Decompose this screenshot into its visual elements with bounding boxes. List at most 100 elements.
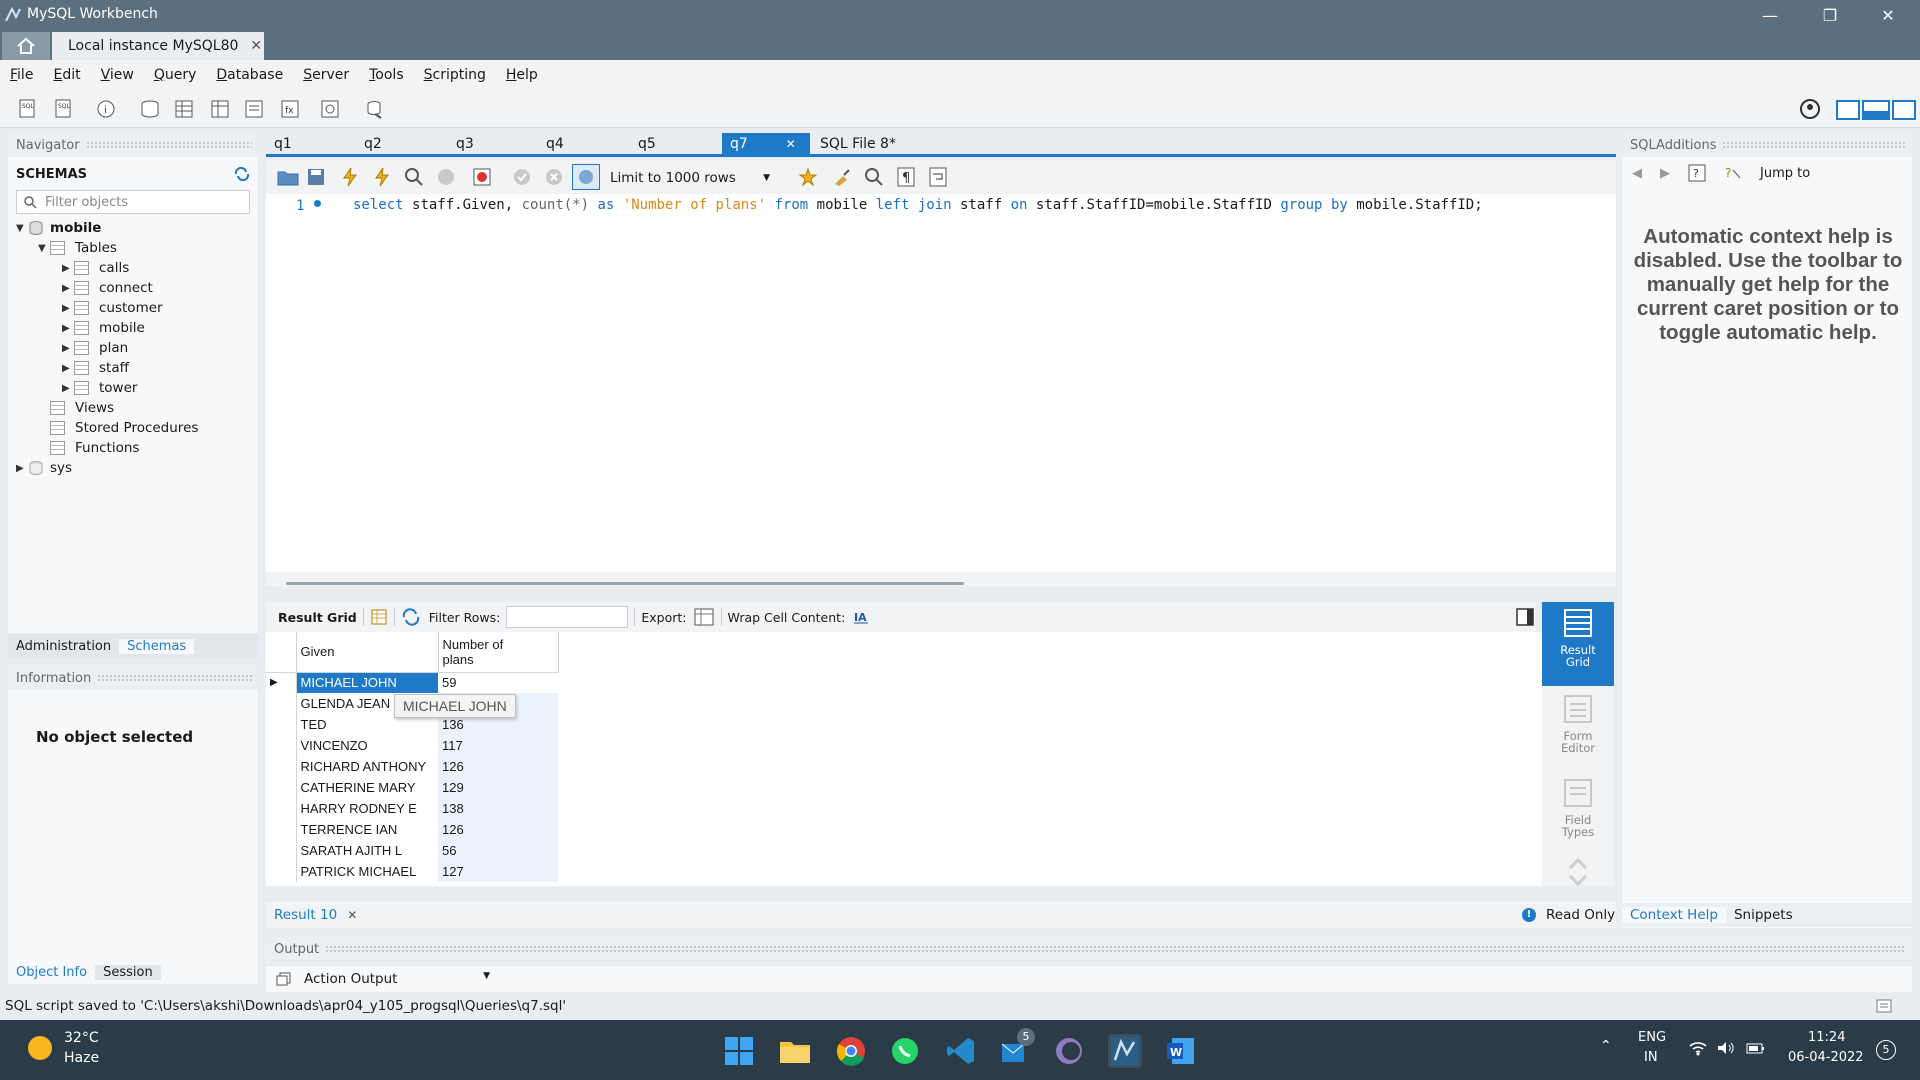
close-tab-icon[interactable]: ✕ [250, 38, 262, 54]
auto-help-icon[interactable]: ? [1724, 164, 1742, 182]
refresh-icon[interactable] [401, 608, 421, 626]
toggle-panel-icon[interactable] [1516, 608, 1534, 626]
filter-rows-input[interactable] [506, 606, 629, 628]
tab-object-info[interactable]: Object Info [8, 965, 95, 980]
tab-q4[interactable]: q4 [538, 133, 618, 155]
new-sql-tab-button[interactable]: SQL [14, 96, 42, 122]
functions-node[interactable]: Functions [16, 438, 258, 458]
cell-number-of-plans[interactable]: 138 [438, 798, 558, 819]
restore-button[interactable]: ❐ [1802, 0, 1858, 30]
language-code[interactable]: ENG [1638, 1030, 1666, 1045]
cell-given[interactable]: MICHAEL JOHN [296, 672, 438, 693]
result-tab-label[interactable]: Result 10 [274, 907, 337, 923]
show-hidden-icons[interactable]: ⌃ [1600, 1038, 1612, 1054]
add-snippet-button[interactable] [794, 164, 822, 190]
cell-number-of-plans[interactable]: 56 [438, 840, 558, 861]
jump-to-select[interactable]: Jump to [1760, 166, 1810, 181]
rollback-button[interactable] [540, 164, 568, 190]
sql-editor[interactable]: 1 select staff.Given, count(*) as 'Numbe… [266, 194, 1616, 572]
mysql-workbench-button[interactable] [1108, 1034, 1142, 1068]
schema-node-mobile[interactable]: ▼ mobile [16, 218, 258, 238]
cell-number-of-plans[interactable]: 117 [438, 735, 558, 756]
manual-help-icon[interactable]: ? [1688, 164, 1706, 182]
tab-context-help[interactable]: Context Help [1622, 907, 1726, 923]
filter-objects-input[interactable]: Filter objects [16, 190, 250, 214]
output-toggle-icon[interactable] [1862, 100, 1890, 120]
volume-icon[interactable] [1716, 1040, 1736, 1056]
notification-badge[interactable]: 5 [1876, 1040, 1896, 1060]
menu-database[interactable]: Database [216, 67, 283, 83]
cell-number-of-plans[interactable]: 126 [438, 756, 558, 777]
table-node[interactable]: ▶ connect [16, 278, 258, 298]
scrollbar-thumb[interactable] [286, 582, 964, 585]
result-grid-side-button[interactable]: Result Grid [1542, 602, 1614, 686]
table-node[interactable]: ▶ plan [16, 338, 258, 358]
stop-button[interactable] [432, 164, 460, 190]
tab-q2[interactable]: q2 [356, 133, 436, 155]
vscode-button[interactable] [944, 1034, 978, 1068]
table-row[interactable]: RICHARD ANTHONY 126 [266, 756, 558, 777]
sidebar-toggle-icon[interactable] [1836, 100, 1860, 120]
status-panel-icon[interactable] [1876, 999, 1892, 1013]
cell-given[interactable]: VINCENZO [296, 735, 438, 756]
table-row[interactable]: TERRENCE IAN 126 [266, 819, 558, 840]
word-button[interactable]: W [1164, 1034, 1198, 1068]
collapsed-icon[interactable]: ▶ [62, 383, 74, 394]
file-explorer-button[interactable] [778, 1034, 812, 1068]
beautify-button[interactable] [828, 164, 856, 190]
back-icon[interactable]: ◀ [1632, 166, 1642, 181]
layout-toggle[interactable] [1836, 100, 1916, 120]
create-schema-button[interactable] [136, 96, 164, 122]
reconnect-button[interactable] [360, 96, 388, 122]
cell-number-of-plans[interactable]: 126 [438, 819, 558, 840]
table-row[interactable]: VINCENZO 117 [266, 735, 558, 756]
menu-server[interactable]: Server [303, 67, 349, 83]
tab-q7[interactable]: q7 ✕ [722, 133, 810, 155]
tables-node[interactable]: ▼ Tables [16, 238, 258, 258]
field-types-side-button[interactable]: Field Types [1542, 778, 1614, 852]
menu-query[interactable]: Query [154, 67, 197, 83]
explain-button[interactable] [400, 164, 428, 190]
chrome-button[interactable] [834, 1034, 868, 1068]
collapsed-icon[interactable]: ▶ [62, 363, 74, 374]
editor-horizontal-scrollbar[interactable] [266, 572, 1616, 586]
battery-icon[interactable] [1746, 1040, 1766, 1056]
stored-procedures-node[interactable]: Stored Procedures [16, 418, 258, 438]
create-procedure-button[interactable] [240, 96, 268, 122]
tab-q1[interactable]: q1 [266, 133, 346, 155]
table-row[interactable]: CATHERINE MARY 129 [266, 777, 558, 798]
expanded-icon[interactable]: ▼ [16, 223, 28, 234]
menu-file[interactable]: File [10, 67, 33, 83]
open-file-button[interactable] [274, 164, 302, 190]
home-tab[interactable] [2, 32, 50, 60]
commit-button[interactable] [508, 164, 536, 190]
table-row[interactable]: SARATH AJITH L 56 [266, 840, 558, 861]
menu-scripting[interactable]: Scripting [424, 67, 486, 83]
tab-schemas[interactable]: Schemas [119, 638, 195, 654]
tab-sql-file-8[interactable]: SQL File 8* [812, 133, 912, 155]
column-header-given[interactable]: Given [296, 632, 439, 673]
weather-temp[interactable]: 32°C [64, 1030, 99, 1046]
scroll-arrows-icon[interactable] [1568, 858, 1588, 886]
collapsed-icon[interactable]: ▶ [62, 303, 74, 314]
collapsed-icon[interactable]: ▶ [62, 263, 74, 274]
expanded-icon[interactable]: ▼ [38, 243, 50, 254]
column-header-number-of-plans[interactable]: Number of plans [438, 632, 559, 673]
collapsed-icon[interactable]: ▶ [62, 343, 74, 354]
wifi-icon[interactable] [1688, 1040, 1708, 1056]
refresh-icon[interactable] [234, 167, 250, 181]
wrap-cell-icon[interactable]: IA [853, 609, 869, 625]
cell-given[interactable]: CATHERINE MARY [296, 777, 438, 798]
table-node[interactable]: ▶ customer [16, 298, 258, 318]
open-sql-script-button[interactable]: SQL [50, 96, 78, 122]
cell-number-of-plans[interactable]: 59 [438, 672, 558, 693]
cell-given[interactable]: SARATH AJITH L [296, 840, 438, 861]
eclipse-button[interactable] [1052, 1034, 1086, 1068]
close-window-button[interactable]: ✕ [1860, 0, 1916, 30]
start-button[interactable] [722, 1034, 756, 1068]
tab-snippets[interactable]: Snippets [1726, 907, 1801, 923]
cell-number-of-plans[interactable]: 129 [438, 777, 558, 798]
views-node[interactable]: Views [16, 398, 258, 418]
tab-q5[interactable]: q5 [630, 133, 710, 155]
create-view-button[interactable] [206, 96, 234, 122]
